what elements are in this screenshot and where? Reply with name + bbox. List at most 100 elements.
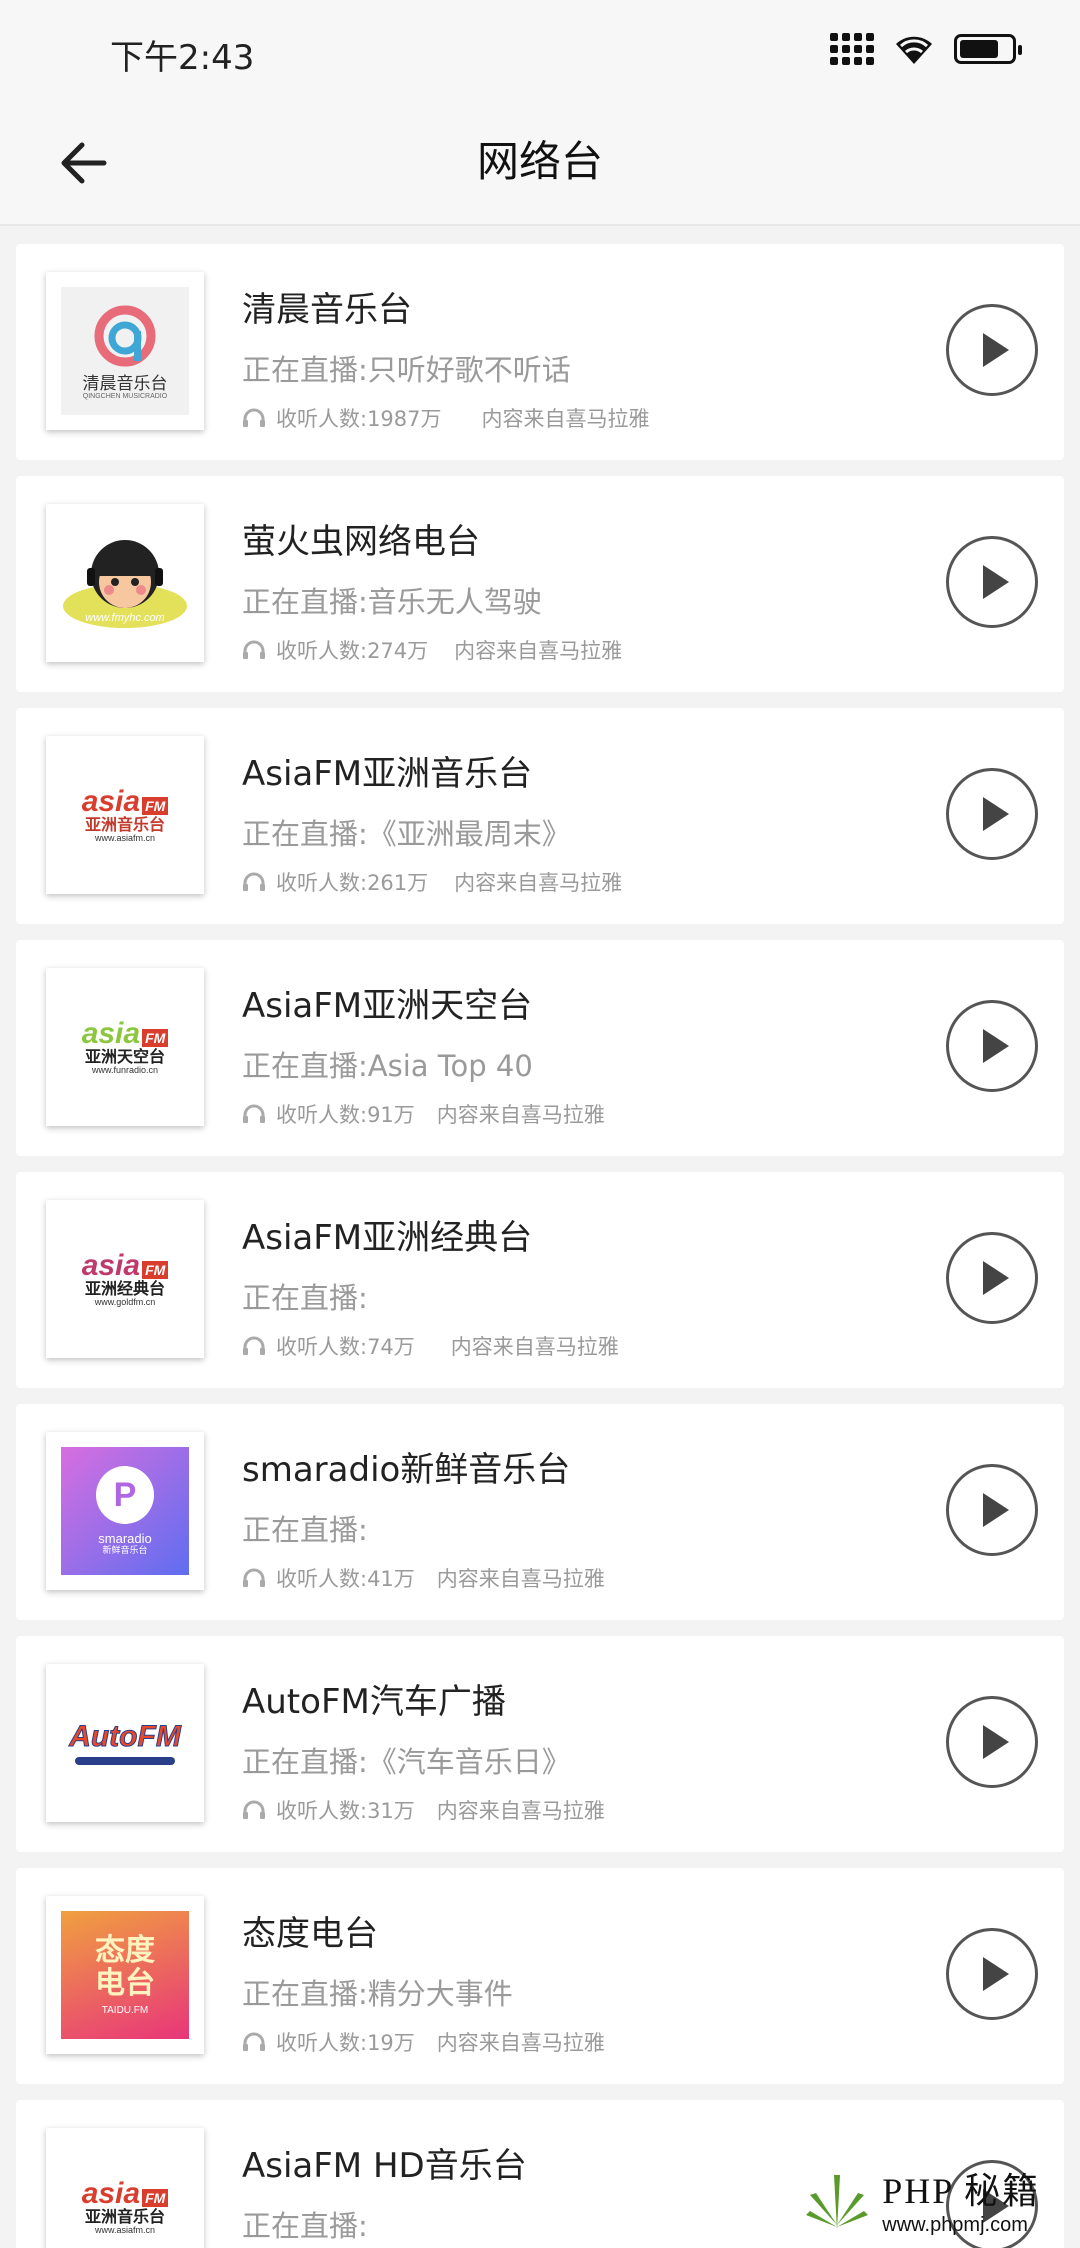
station-logo: AutoFM <box>46 1664 204 1822</box>
station-live: 正在直播: <box>242 1281 368 1315</box>
logo-text: 亚洲音乐台 <box>84 2208 165 2226</box>
logo-text: 态度电台 <box>95 1933 155 2000</box>
autofm-swoosh <box>75 1756 175 1765</box>
q-logo-icon <box>94 305 156 367</box>
station-name: AutoFM汽车广播 <box>242 1682 506 1722</box>
station-source: 内容来自喜马拉雅 <box>454 639 623 663</box>
play-button[interactable] <box>946 1232 1038 1324</box>
logo-subtext: QINGCHEN MUSICRADIO <box>82 393 168 401</box>
station-item[interactable]: 清晨音乐台 QINGCHEN MUSICRADIO 清晨音乐台 正在直播:只听好… <box>16 244 1064 460</box>
station-live: 正在直播:《亚洲最周末》 <box>242 817 571 851</box>
asiafm-logo-mark: asia FM <box>82 786 169 818</box>
station-logo: asia FM 亚洲音乐台 www.asiafm.cn <box>46 2128 204 2248</box>
station-name: AsiaFM亚洲音乐台 <box>242 754 533 794</box>
station-logo: 清晨音乐台 QINGCHEN MUSICRADIO <box>46 272 204 430</box>
station-item[interactable]: asia FM 亚洲音乐台 www.asiafm.cn AsiaFM亚洲音乐台 正… <box>16 708 1064 924</box>
play-button[interactable] <box>946 1000 1038 1092</box>
station-live: 正在直播:精分大事件 <box>242 1977 513 2011</box>
station-item[interactable]: 态度电台 TAIDU.FM 态度电台 正在直播:精分大事件 收听人数:19万 内… <box>16 1868 1064 2084</box>
battery-icon <box>954 34 1022 64</box>
station-name: AsiaFM亚洲天空台 <box>242 986 533 1026</box>
play-button[interactable] <box>946 304 1038 396</box>
watermark: PHP 秘籍 www.phpmj.com <box>802 2162 1040 2237</box>
station-listeners: 收听人数:274万 <box>276 639 429 663</box>
watermark-title: PHP 秘籍 <box>882 2171 1040 2211</box>
station-source: 内容来自喜马拉雅 <box>450 1335 619 1359</box>
status-icons <box>830 32 1022 66</box>
station-name: 态度电台 <box>242 1914 378 1954</box>
headphones-icon <box>242 1800 266 1820</box>
status-bar: 下午2:43 <box>0 0 1080 100</box>
station-name: 清晨音乐台 <box>242 290 412 330</box>
headphones-icon <box>242 408 266 428</box>
logo-subtext: www.asiafm.cn <box>94 833 156 844</box>
logo-subtext: www.funradio.cn <box>91 1065 159 1076</box>
station-listeners: 收听人数:91万 <box>276 1103 415 1127</box>
play-button[interactable] <box>946 1696 1038 1788</box>
station-item[interactable]: P smaradio 新鲜音乐台 smaradio新鲜音乐台 正在直播: 收听人… <box>16 1404 1064 1620</box>
station-live: 正在直播:音乐无人驾驶 <box>242 585 542 619</box>
logo-subtext: 新鲜音乐台 <box>102 1545 148 1556</box>
page-title: 网络台 <box>476 137 603 186</box>
station-logo: asia FM 亚洲音乐台 www.asiafm.cn <box>46 736 204 894</box>
station-listeners: 收听人数:74万 <box>276 1335 415 1359</box>
station-logo: 态度电台 TAIDU.FM <box>46 1896 204 2054</box>
play-button[interactable] <box>946 1464 1038 1556</box>
station-source: 内容来自喜马拉雅 <box>436 2031 605 2055</box>
leaf-icon <box>806 2174 869 2230</box>
station-name: 萤火虫网络电台 <box>242 522 480 562</box>
watermark-url: www.phpmj.com <box>882 2214 1028 2236</box>
headphones-icon <box>242 1104 266 1124</box>
logo-text: 亚洲经典台 <box>84 1280 165 1298</box>
play-button[interactable] <box>946 1928 1038 2020</box>
station-listeners: 收听人数:19万 <box>276 2031 415 2055</box>
asiafm-logo-mark: asia FM <box>82 1250 169 1282</box>
play-button[interactable] <box>946 768 1038 860</box>
app-bar: 网络台 <box>0 100 1080 226</box>
station-source: 内容来自喜马拉雅 <box>436 1103 605 1127</box>
logo-text: 亚洲天空台 <box>84 1048 165 1066</box>
logo-text: www.fmyhc.com <box>85 612 165 625</box>
station-source: 内容来自喜马拉雅 <box>454 871 623 895</box>
station-listeners: 收听人数:31万 <box>276 1799 415 1823</box>
station-list: 清晨音乐台 QINGCHEN MUSICRADIO 清晨音乐台 正在直播:只听好… <box>16 244 1064 2248</box>
station-live: 正在直播:Asia Top 40 <box>242 1049 533 1083</box>
autofm-logo-mark: AutoFM <box>69 1720 182 1754</box>
station-item[interactable]: asia FM 亚洲天空台 www.funradio.cn AsiaFM亚洲天空台… <box>16 940 1064 1156</box>
logo-text: 亚洲音乐台 <box>84 816 165 834</box>
logo-subtext: TAIDU.FM <box>101 2004 149 2016</box>
station-live: 正在直播:只听好歌不听话 <box>242 353 571 387</box>
station-logo: www.fmyhc.com <box>46 504 204 662</box>
station-logo: P smaradio 新鲜音乐台 <box>46 1432 204 1590</box>
station-source: 内容来自喜马拉雅 <box>436 1567 605 1591</box>
station-logo: asia FM 亚洲天空台 www.funradio.cn <box>46 968 204 1126</box>
play-button[interactable] <box>946 536 1038 628</box>
station-source: 内容来自喜马拉雅 <box>481 407 650 431</box>
asiafm-logo-mark: asia FM <box>82 1018 169 1050</box>
station-name: AsiaFM亚洲经典台 <box>242 1218 533 1258</box>
headphones-icon <box>242 872 266 892</box>
signal-icon <box>830 33 874 65</box>
headphones-icon <box>242 1336 266 1356</box>
logo-subtext: www.asiafm.cn <box>94 2225 156 2236</box>
station-listeners: 收听人数:41万 <box>276 1567 415 1591</box>
station-logo: asia FM 亚洲经典台 www.goldfm.cn <box>46 1200 204 1358</box>
station-listeners: 收听人数:1987万 <box>276 407 442 431</box>
status-time: 下午2:43 <box>110 38 255 78</box>
station-listeners: 收听人数:261万 <box>276 871 429 895</box>
wifi-icon <box>896 36 932 64</box>
headphones-icon <box>242 1568 266 1588</box>
logo-subtext: www.goldfm.cn <box>94 1297 156 1308</box>
station-name: smaradio新鲜音乐台 <box>242 1450 571 1490</box>
headphones-icon <box>242 640 266 660</box>
station-item[interactable]: AutoFM AutoFM汽车广播 正在直播:《汽车音乐日》 收听人数:31万 … <box>16 1636 1064 1852</box>
smaradio-p-icon: P <box>96 1466 154 1525</box>
station-item[interactable]: asia FM 亚洲经典台 www.goldfm.cn AsiaFM亚洲经典台 正… <box>16 1172 1064 1388</box>
asiafm-logo-mark: asia FM <box>82 2178 169 2210</box>
logo-text: 清晨音乐台 <box>82 374 168 394</box>
headphones-icon <box>242 2032 266 2052</box>
station-live: 正在直播: <box>242 1513 368 1547</box>
station-live: 正在直播:《汽车音乐日》 <box>242 1745 571 1779</box>
station-source: 内容来自喜马拉雅 <box>436 1799 605 1823</box>
station-item[interactable]: www.fmyhc.com 萤火虫网络电台 正在直播:音乐无人驾驶 收听人数:2… <box>16 476 1064 692</box>
